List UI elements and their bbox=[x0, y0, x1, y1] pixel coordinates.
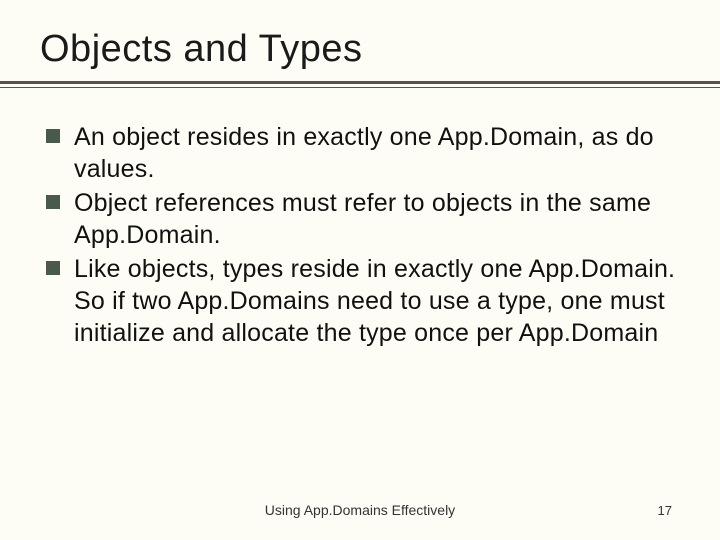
rule-thin bbox=[0, 87, 720, 88]
title-rule bbox=[40, 81, 680, 93]
slide-title: Objects and Types bbox=[40, 28, 680, 71]
bullet-list: An object resides in exactly one App.Dom… bbox=[40, 121, 680, 349]
page-number: 17 bbox=[658, 503, 672, 518]
slide: Objects and Types An object resides in e… bbox=[0, 0, 720, 540]
bullet-item: Like objects, types reside in exactly on… bbox=[46, 253, 680, 349]
bullet-item: Object references must refer to objects … bbox=[46, 187, 680, 251]
footer-text: Using App.Domains Effectively bbox=[0, 502, 720, 518]
rule-thick bbox=[0, 81, 720, 84]
bullet-item: An object resides in exactly one App.Dom… bbox=[46, 121, 680, 185]
